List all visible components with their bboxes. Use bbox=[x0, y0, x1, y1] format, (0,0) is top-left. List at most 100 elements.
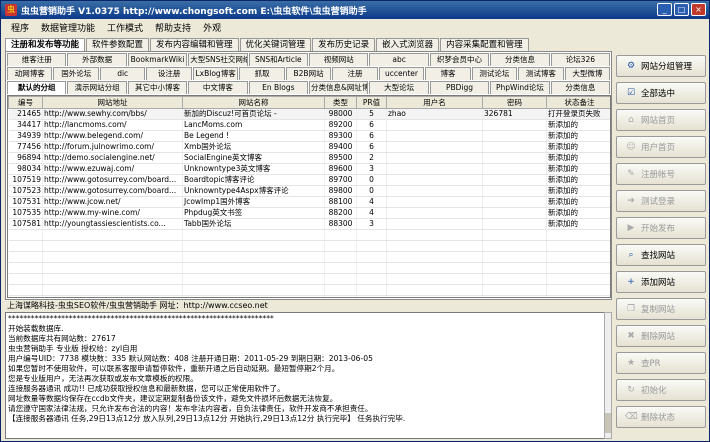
table-row[interactable]: 34939 http://www.belegend.com/Be Legend !… bbox=[8, 130, 610, 142]
clear-status-button[interactable]: ⌫ 删除状态 bbox=[616, 406, 706, 428]
menu-item[interactable]: 工作模式 bbox=[101, 21, 149, 34]
minimize-button[interactable]: _ bbox=[657, 3, 672, 16]
table-row[interactable]: 107531 http://www.jcow.net/JcowImp1国外博客 88… bbox=[8, 196, 610, 208]
site-group-tab[interactable]: 中文博客 bbox=[188, 81, 248, 94]
site-group-tab[interactable]: 分类信息&网址博客 bbox=[309, 81, 369, 94]
column-header[interactable]: 类型 bbox=[324, 96, 357, 109]
scrollbar-thumb[interactable] bbox=[605, 413, 611, 433]
empty-cell bbox=[42, 229, 183, 241]
table-row[interactable]: 34417 http://lancmoms.com/LancMoms.com 892… bbox=[8, 119, 610, 131]
site-group-tab[interactable]: 外部数据 bbox=[67, 53, 127, 66]
menu-item[interactable]: 外观 bbox=[197, 21, 227, 34]
column-header[interactable]: 状态备注 bbox=[546, 96, 610, 109]
site-group-tab[interactable]: dic bbox=[99, 67, 146, 80]
site-group-tab[interactable]: 分类信息 bbox=[550, 81, 611, 94]
column-header[interactable]: 密码 bbox=[482, 96, 547, 109]
site-group-tab[interactable]: 维客注册 bbox=[7, 53, 67, 66]
site-group-tab[interactable]: LxBlog博客 bbox=[192, 67, 239, 80]
publish-button[interactable]: ▶ 开始发布 bbox=[616, 217, 706, 239]
site-group-tab[interactable]: 动网博客 bbox=[7, 67, 53, 80]
register-button[interactable]: ✎ 注册帐号 bbox=[616, 163, 706, 185]
site-group-tab[interactable]: 默认的分组 bbox=[7, 81, 67, 94]
site-group-tab[interactable]: 注册 bbox=[332, 67, 378, 80]
main-tab[interactable]: 注册和发布等功能 bbox=[5, 38, 86, 52]
menu-item[interactable]: 数据管理功能 bbox=[35, 21, 101, 34]
site-group-tab[interactable]: 抓取 bbox=[239, 67, 285, 80]
site-group-tab[interactable]: 论坛326 bbox=[550, 53, 611, 66]
site-group-tab[interactable]: 博客 bbox=[425, 67, 471, 80]
table-cell bbox=[482, 185, 547, 197]
site-group-tab[interactable]: 分类信息 bbox=[490, 53, 550, 66]
site-group-tab[interactable]: 测试论坛 bbox=[471, 67, 518, 80]
column-header[interactable]: 网站名称 bbox=[182, 96, 325, 109]
table-cell: 34417 bbox=[8, 119, 43, 131]
site-group-tab[interactable]: 国外论坛 bbox=[53, 67, 99, 80]
app-window: 虫 虫虫营销助手 V1.0375 http://www.chongsoft.co… bbox=[0, 0, 710, 442]
main-tab[interactable]: 软件参数配置 bbox=[86, 38, 150, 52]
main-tab[interactable]: 发布内容编辑和管理 bbox=[150, 38, 239, 52]
main-tab[interactable]: 内容采集配置和管理 bbox=[440, 38, 529, 52]
empty-cell bbox=[356, 284, 387, 296]
init-button[interactable]: ↻ 初始化 bbox=[616, 379, 706, 401]
table-cell: 新添加的 bbox=[546, 152, 610, 164]
maximize-button[interactable]: □ bbox=[674, 3, 689, 16]
copy-button[interactable]: ❐ 复制网站 bbox=[616, 298, 706, 320]
table-row[interactable]: 107523 http://www.gotosurrey.com/board...… bbox=[8, 185, 610, 197]
site-group-tabs: 维客注册 外部数据 BookmarkWiki 大型SNS社交网络 SNS和Article… bbox=[7, 53, 611, 95]
delete-button[interactable]: ✖ 删除网站 bbox=[616, 325, 706, 347]
empty-cell bbox=[386, 240, 483, 252]
table-row[interactable]: 98034 http://www.ezuwaj.com/Unknowntype3英… bbox=[8, 163, 610, 175]
site-group-tab[interactable]: 设注册 bbox=[146, 67, 192, 80]
site-group-tab[interactable]: En Blogs bbox=[248, 81, 309, 94]
site-group-tab[interactable]: PhpWind论坛 bbox=[490, 81, 550, 94]
select-all-button[interactable]: ☑ 全部选中 bbox=[616, 82, 706, 104]
site-group-tab[interactable]: B2B网站 bbox=[285, 67, 332, 80]
site-group-tab[interactable]: 测试博客 bbox=[518, 67, 564, 80]
column-header[interactable]: 网站地址 bbox=[42, 96, 183, 109]
menu-item[interactable]: 程序 bbox=[5, 21, 35, 34]
table-row[interactable]: 21465 http://www.sewhy.com/bbs/新加的Discuz!… bbox=[8, 108, 610, 120]
column-header[interactable]: 用户名 bbox=[386, 96, 483, 109]
site-group-tab[interactable]: uccenter bbox=[378, 67, 425, 80]
table-row[interactable]: 77456 http://forum.julnowrimo.com/Xmb国外论坛… bbox=[8, 141, 610, 153]
close-button[interactable]: × bbox=[691, 3, 706, 16]
site-group-tab[interactable]: PBDigg bbox=[429, 81, 490, 94]
main-tab[interactable]: 优化关键词管理 bbox=[239, 38, 312, 52]
site-group-tab[interactable]: 其它中小博客 bbox=[127, 81, 188, 94]
title-bar[interactable]: 虫 虫虫营销助手 V1.0375 http://www.chongsoft.co… bbox=[1, 1, 709, 19]
pagerank-button[interactable]: ★ 查PR bbox=[616, 352, 706, 374]
site-group-tab[interactable]: 演示网站分组 bbox=[67, 81, 127, 94]
site-group-tab[interactable]: 大型微博 bbox=[564, 67, 611, 80]
site-group-tab[interactable]: 视频网站 bbox=[309, 53, 369, 66]
main-tab[interactable]: 嵌入式浏览器 bbox=[376, 38, 440, 52]
empty-cell bbox=[8, 251, 43, 263]
table-row[interactable]: 107519 http://www.gotosurrey.com/board...… bbox=[8, 174, 610, 186]
site-grid[interactable]: 编号 网站地址 网站名称 类型 PR值 用户名 密码 状态备注 21465 http://www… bbox=[7, 95, 611, 298]
sidebar-button-label: 网站分组管理 bbox=[641, 62, 693, 72]
user-button[interactable]: ☺ 用户首页 bbox=[616, 136, 706, 158]
column-header[interactable]: 编号 bbox=[8, 96, 43, 109]
main-tab[interactable]: 发布历史记录 bbox=[312, 38, 376, 52]
site-group-tab[interactable]: abc bbox=[369, 53, 429, 66]
table-row[interactable]: 96894 http://demo.socialengine.net/Social… bbox=[8, 152, 610, 164]
site-group-tab[interactable]: SNS和Article bbox=[248, 53, 309, 66]
group-button[interactable]: ⚙ 网站分组管理 bbox=[616, 55, 706, 77]
add-button[interactable]: + 添加网站 bbox=[616, 271, 706, 293]
table-cell: 98034 bbox=[8, 163, 43, 175]
table-cell: 89800 bbox=[324, 185, 357, 197]
table-cell: 96894 bbox=[8, 152, 43, 164]
site-group-tab[interactable]: 织梦会员中心 bbox=[429, 53, 490, 66]
site-group-tab[interactable]: BookmarkWiki bbox=[127, 53, 188, 66]
table-row[interactable]: 107581 http://youngtassiescientists.co...… bbox=[8, 218, 610, 230]
log-scrollbar[interactable] bbox=[604, 312, 612, 439]
table-row[interactable]: 107535 http://www.my-wine.com/Phpdug英文书签 8… bbox=[8, 207, 610, 219]
search-button[interactable]: ⌕ 查找网站 bbox=[616, 244, 706, 266]
table-cell: 新添加的 bbox=[546, 163, 610, 175]
site-group-tab[interactable]: 大型SNS社交网络 bbox=[188, 53, 248, 66]
menu-item[interactable]: 帮助支持 bbox=[149, 21, 197, 34]
home-button[interactable]: ⌂ 网站首页 bbox=[616, 109, 706, 131]
column-header[interactable]: PR值 bbox=[356, 96, 387, 109]
site-group-tab[interactable]: 大型论坛 bbox=[369, 81, 429, 94]
login-button[interactable]: ➜ 测试登录 bbox=[616, 190, 706, 212]
table-cell: 新添加的 bbox=[546, 207, 610, 219]
